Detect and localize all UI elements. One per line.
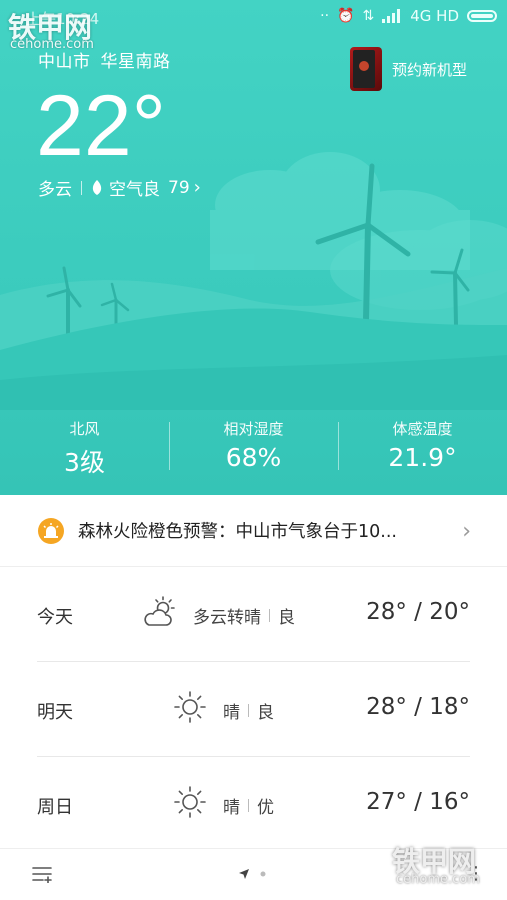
weather-alert[interactable]: 森林火险橙色预警：中山市气象台于10... › (0, 495, 507, 567)
metric-label: 体感温度 (392, 420, 453, 438)
battery-icon (467, 10, 497, 22)
location-arrow-icon (239, 869, 249, 879)
partly-cloudy-icon (144, 596, 175, 626)
current-temperature: 22° (36, 78, 167, 174)
forecast-condition: 晴 (223, 703, 240, 723)
page-indicator (238, 868, 266, 880)
aqi-value: 79 (168, 177, 190, 198)
data-arrows-icon: ⇅ (362, 8, 375, 24)
metric-label: 北风 (69, 420, 100, 438)
more-dots-icon: ·· (320, 8, 330, 24)
network-type: 4G HD (410, 7, 459, 25)
location-district: 华星南路 (100, 52, 171, 72)
alert-text: 森林火险橙色预警：中山市气象台于10... (78, 522, 397, 542)
forecast-range: 28° / 18° (366, 694, 470, 720)
alarm-icon: ⏰ (337, 8, 355, 24)
chevron-right-icon: › (193, 177, 201, 198)
signal-icon (382, 9, 401, 23)
location-city: 中山市 (38, 52, 91, 72)
forecast-day: 今天 (37, 607, 73, 628)
forecast-condition: 多云转晴 (193, 608, 261, 628)
divider (81, 180, 82, 195)
forecast-desc: 晴 良 (223, 698, 274, 723)
current-conditions[interactable]: 多云 空气良 79 › (38, 175, 201, 200)
leaf-icon (92, 179, 102, 195)
forecast-air: 良 (278, 608, 295, 628)
forecast-range: 27° / 16° (366, 789, 470, 815)
promo-new-phone[interactable]: 预约新机型 (350, 47, 467, 91)
forecast-day: 明天 (37, 702, 73, 723)
metric-value: 3级 (64, 448, 105, 477)
forecast-air: 良 (257, 703, 274, 723)
sun-icon (174, 691, 206, 723)
warning-siren-icon (38, 517, 64, 544)
forecast-desc: 晴 优 (223, 793, 274, 818)
metric-humidity: 相对湿度 68% (169, 418, 338, 478)
watermark-site: cehome.com (396, 872, 480, 887)
city-list-icon[interactable] (32, 865, 54, 883)
divider (248, 704, 249, 717)
forecast-desc: 多云转晴 良 (193, 603, 295, 628)
daily-forecast: 今天 多云转晴 良 28° / 20° 明天 晴 良 28° / 18° 周日 … (37, 567, 470, 851)
metric-label: 相对湿度 (223, 420, 284, 438)
divider (248, 799, 249, 812)
promo-label: 预约新机型 (392, 60, 468, 79)
aqi-label: 空气良 (109, 180, 160, 200)
metric-value: 68% (225, 443, 282, 472)
metric-feels-like: 体感温度 21.9° (338, 418, 507, 478)
metric-wind: 北风 3级 (0, 418, 169, 478)
forecast-air: 优 (257, 798, 274, 818)
page-dot (260, 871, 266, 877)
weather-hero: 上午10:24 ·· ⏰ ⇅ 4G HD 中山市 华星南路 预约新机型 22° 多… (0, 0, 507, 495)
metric-value: 21.9° (388, 443, 457, 472)
forecast-day: 周日 (37, 797, 73, 818)
forecast-condition: 晴 (223, 798, 240, 818)
divider (269, 609, 270, 622)
forecast-row-tomorrow[interactable]: 明天 晴 良 28° / 18° (37, 662, 470, 757)
forecast-row-sunday[interactable]: 周日 晴 优 27° / 16° (37, 757, 470, 851)
forecast-range: 28° / 20° (366, 599, 470, 625)
sun-icon (174, 786, 206, 818)
watermark-site: cehome.com (10, 37, 94, 52)
chevron-right-icon: › (462, 519, 471, 544)
phone-icon (350, 47, 382, 91)
current-condition: 多云 (38, 180, 72, 200)
weather-metrics: 北风 3级 相对湿度 68% 体感温度 21.9° (0, 418, 507, 478)
forecast-row-today[interactable]: 今天 多云转晴 良 28° / 20° (37, 567, 470, 662)
